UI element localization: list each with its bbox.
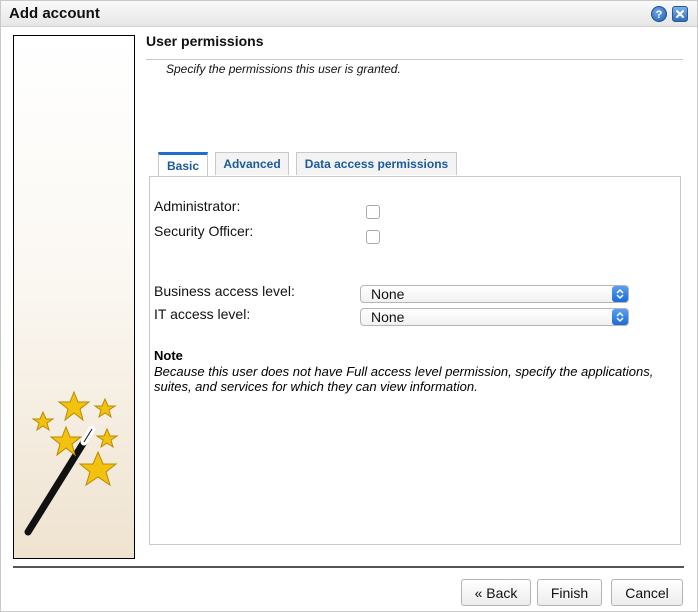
security-officer-label: Security Officer: xyxy=(154,223,254,239)
business-access-level-select[interactable]: None xyxy=(360,285,629,303)
business-access-level-label: Business access level: xyxy=(154,283,295,299)
security-officer-checkbox[interactable] xyxy=(366,230,380,244)
administrator-label: Administrator: xyxy=(154,198,241,214)
svg-text:?: ? xyxy=(656,9,663,20)
note-title: Note xyxy=(154,348,183,363)
cancel-button[interactable]: Cancel xyxy=(611,579,683,606)
tab-advanced[interactable]: Advanced xyxy=(215,152,289,175)
chevron-up-down-icon xyxy=(612,286,628,302)
tab-basic-label: Basic xyxy=(166,159,200,173)
tab-data-access-label: Data access permissions xyxy=(304,157,449,171)
it-access-level-value: None xyxy=(371,309,405,325)
administrator-checkbox[interactable] xyxy=(366,205,380,219)
back-button[interactable]: « Back xyxy=(461,579,531,606)
heading-divider xyxy=(146,59,683,60)
add-account-dialog: Add account ? User permissions Specify t… xyxy=(0,0,698,612)
page-description: Specify the permissions this user is gra… xyxy=(166,62,401,76)
tab-advanced-label: Advanced xyxy=(223,157,281,171)
close-icon[interactable] xyxy=(672,6,688,22)
dialog-title: Add account xyxy=(9,5,100,22)
wizard-side-panel xyxy=(13,35,135,559)
finish-button[interactable]: Finish xyxy=(537,579,602,606)
it-access-level-select[interactable]: None xyxy=(360,308,629,326)
title-bar: Add account ? xyxy=(1,1,697,27)
chevron-up-down-icon xyxy=(612,309,628,325)
tab-data-access-permissions[interactable]: Data access permissions xyxy=(296,152,457,175)
tab-basic[interactable]: Basic xyxy=(158,152,208,177)
note-body: Because this user does not have Full acc… xyxy=(154,364,654,394)
page-title: User permissions xyxy=(146,33,264,49)
it-access-level-label: IT access level: xyxy=(154,306,251,322)
business-access-level-value: None xyxy=(371,286,405,302)
help-icon[interactable]: ? xyxy=(651,6,667,22)
footer-divider xyxy=(13,566,684,568)
magic-wand-with-stars-icon xyxy=(24,390,119,536)
